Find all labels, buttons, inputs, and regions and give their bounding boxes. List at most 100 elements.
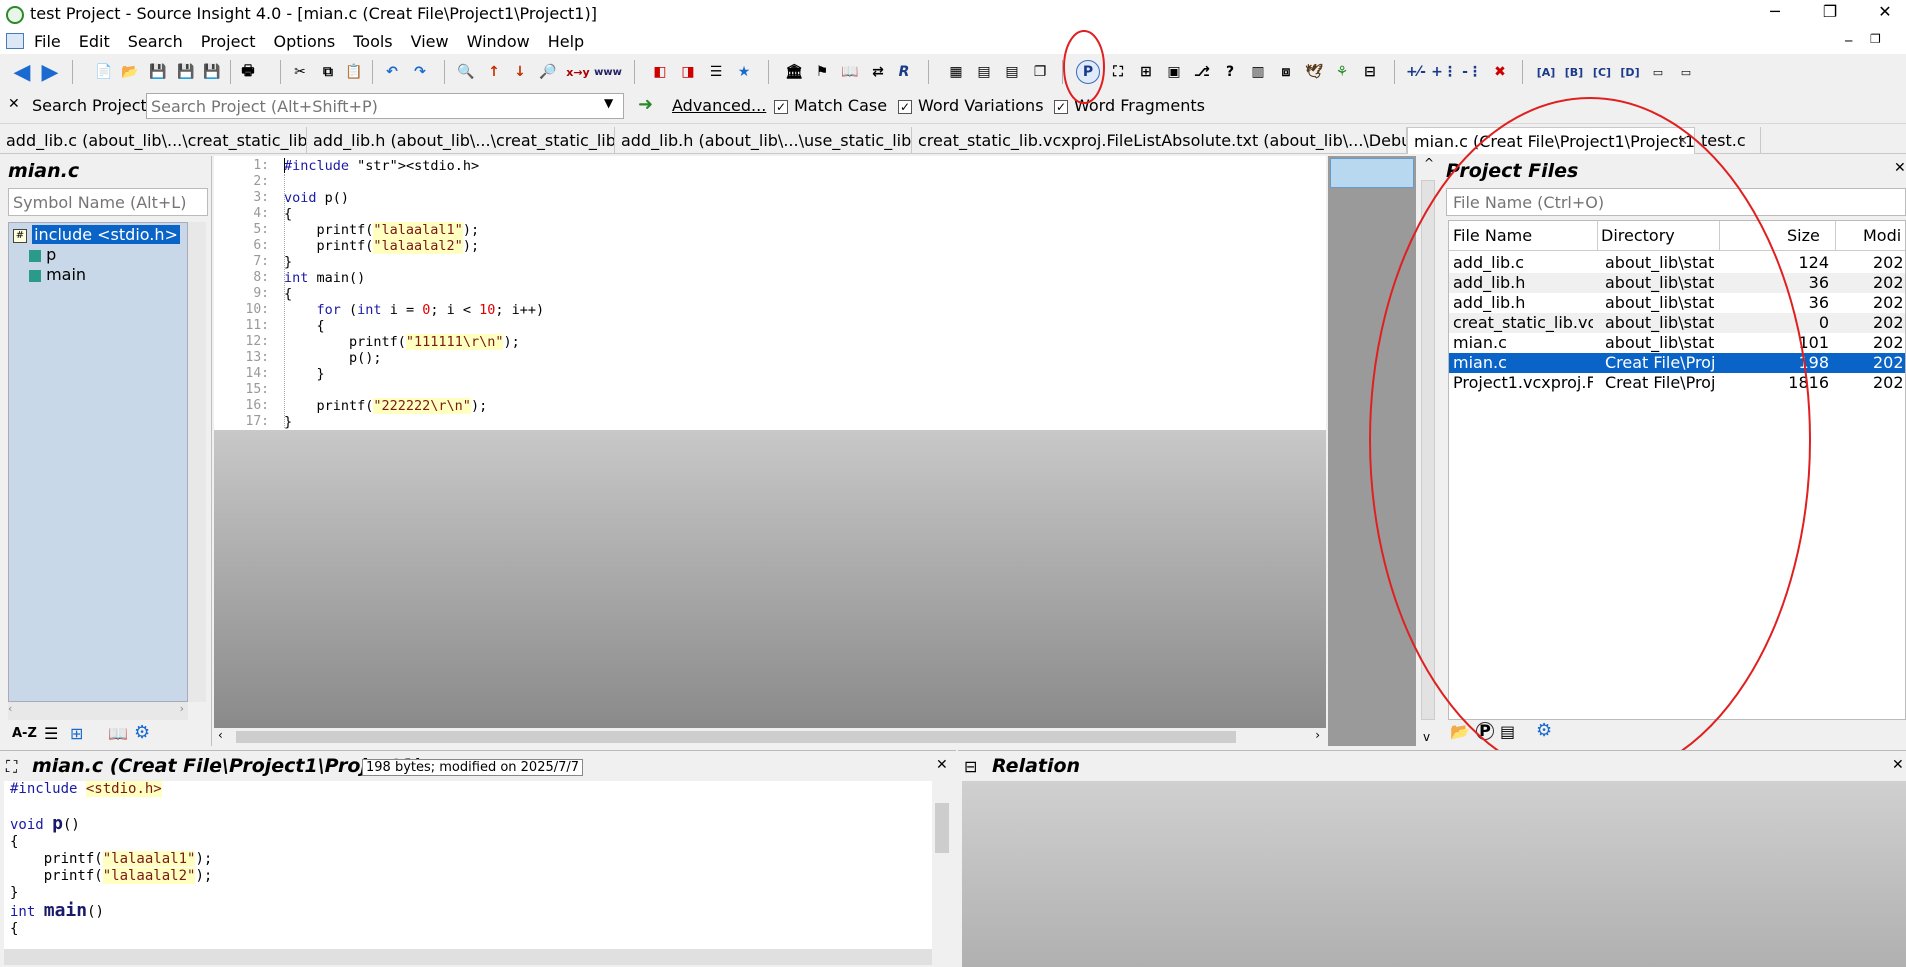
redo-icon[interactable]: ↷ (408, 60, 432, 84)
symbol-r-icon[interactable]: R (892, 60, 916, 84)
symbol-name-input[interactable] (8, 188, 208, 216)
find-prev-icon[interactable]: ↑ (482, 60, 506, 84)
symbol-vscrollbar[interactable] (188, 222, 206, 702)
symbol-item-include[interactable]: # include <stdio.h> (13, 225, 189, 245)
tab-add-lib-h-use[interactable]: add_lib.h (about_lib\...\use_static_lib) (615, 127, 912, 154)
file-row[interactable]: mian.c about_lib\static 101 202 (1449, 333, 1905, 353)
forward-icon[interactable]: ▶ (38, 60, 62, 85)
help-icon[interactable]: ? (1218, 60, 1242, 84)
save-as-icon[interactable]: 💾 (174, 60, 198, 84)
symbol-hscrollbar[interactable]: ‹ › (8, 702, 188, 720)
snippet-icon[interactable]: ⧈ (1274, 60, 1298, 84)
search-dropdown-icon[interactable]: ▼ (604, 96, 613, 110)
col-modified[interactable]: Modi (1863, 221, 1901, 251)
clip-icon[interactable]: ▥ (1246, 60, 1270, 84)
symbol-window-icon[interactable]: ⛶ (1106, 60, 1130, 84)
file-row[interactable]: add_lib.h about_lib\static 36 202 (1449, 293, 1905, 313)
open-file-icon[interactable]: 📂 (118, 60, 142, 84)
bookmark-next-icon[interactable]: ◨ (676, 60, 700, 84)
menu-options[interactable]: Options (273, 32, 335, 51)
toggle-f-icon[interactable]: ▭ (1674, 60, 1698, 84)
bookmark-list-icon[interactable]: ☰ (704, 60, 728, 84)
close-relation-icon[interactable]: ✕ (1892, 757, 1904, 773)
minimize-button[interactable]: ─ (1760, 2, 1790, 26)
menu-edit[interactable]: Edit (79, 32, 110, 51)
close-window-button[interactable]: ✕ (1870, 2, 1900, 26)
file-row[interactable]: mian.c Creat File\Proje 198 202 (1449, 353, 1905, 373)
editor-vscrollbar[interactable]: ^ v (1418, 156, 1438, 746)
save-icon[interactable]: 💾 (146, 60, 170, 84)
remove-lines-icon[interactable]: -⋮ (1460, 60, 1484, 84)
tab-add-lib-h-creat[interactable]: add_lib.h (about_lib\...\creat_static_li… (307, 127, 615, 154)
mdi-minimize-button[interactable]: ─ (1845, 34, 1852, 48)
call-graph-icon[interactable]: ⎇ (1190, 60, 1214, 84)
find-icon[interactable]: 🔍 (454, 60, 478, 84)
tab-filelist-absolute[interactable]: creat_static_lib.vcxproj.FileListAbsolut… (912, 127, 1407, 154)
word-fragments-checkbox[interactable]: ✓ (1054, 99, 1068, 114)
word-fragments-option[interactable]: ✓ Word Fragments (1054, 96, 1205, 115)
project-p-icon[interactable]: P (1476, 722, 1494, 740)
project-window-icon[interactable]: P (1076, 60, 1100, 84)
copy-icon[interactable]: ⧉ (316, 60, 340, 84)
layout-icon-3[interactable]: ▤ (1000, 60, 1024, 84)
toggle-b-icon[interactable]: [B] (1562, 60, 1586, 84)
toggle-a-icon[interactable]: [A] (1534, 60, 1558, 84)
categories-icon[interactable]: ⊞ (70, 724, 83, 743)
sort-az-button[interactable]: A-Z (12, 726, 37, 741)
file-row[interactable]: add_lib.h about_lib\static 36 202 (1449, 273, 1905, 293)
file-name-input[interactable] (1446, 188, 1906, 216)
code-editor[interactable]: 1: #include "str"><stdio.h> 2: 3: void p() 4:… (214, 156, 1326, 430)
tab-mian-c[interactable]: mian.c (Creat File\Project1\Project1) ✕ (1407, 127, 1695, 154)
restore-button[interactable]: ❐ (1815, 2, 1845, 26)
settings-gear-icon[interactable]: ⚙ (134, 722, 150, 743)
file-row[interactable]: Project1.vcxproj.File Creat File\Proje 181… (1449, 373, 1905, 393)
match-case-option[interactable]: ✓ Match Case (774, 96, 887, 115)
context-code[interactable]: #include <stdio.h> void p() { printf("la… (4, 781, 932, 949)
tab-test-c[interactable]: test.c (1695, 127, 1761, 154)
layout-icon-1[interactable]: ▦ (944, 60, 968, 84)
layout-icon-2[interactable]: ▤ (972, 60, 996, 84)
search-project-input[interactable] (146, 93, 624, 119)
lookup-references-icon[interactable]: 📖 (838, 60, 862, 84)
relation-window-icon[interactable]: ⊞ (1134, 60, 1158, 84)
menu-help[interactable]: Help (548, 32, 584, 51)
symbol-item-main[interactable]: main (29, 265, 86, 285)
advanced-button[interactable]: Advanced... (672, 96, 766, 115)
editor-hscrollbar[interactable]: ‹ › (214, 728, 1326, 746)
menu-file[interactable]: File (34, 32, 61, 51)
word-variations-checkbox[interactable]: ✓ (898, 99, 912, 114)
new-file-icon[interactable]: 📄 (92, 60, 116, 84)
menu-search[interactable]: Search (128, 32, 183, 51)
back-icon[interactable]: ◀ (10, 60, 34, 85)
go-arrow-icon[interactable]: ➜ (638, 94, 653, 115)
context-hscrollbar[interactable] (4, 949, 932, 965)
add-lines-icon[interactable]: +⋮ (1431, 60, 1457, 84)
mdi-restore-button[interactable]: ❐ (1870, 32, 1881, 46)
undo-icon[interactable]: ↶ (380, 60, 404, 84)
jump-definition-icon[interactable]: ⚑ (810, 60, 834, 84)
replace-icon[interactable]: x→y (566, 60, 590, 84)
tree-icon[interactable]: ⚘ (1330, 60, 1354, 84)
bird-icon[interactable]: 🕊 (1302, 60, 1326, 84)
search-web-icon[interactable]: www (594, 60, 622, 84)
open-folder-icon[interactable]: 📂 (1450, 722, 1470, 741)
find-next-icon[interactable]: ↓ (508, 60, 532, 84)
file-list-icon[interactable]: ▤ (1500, 722, 1515, 741)
paste-icon[interactable]: 📋 (342, 60, 366, 84)
word-variations-option[interactable]: ✓ Word Variations (898, 96, 1044, 115)
match-case-checkbox[interactable]: ✓ (774, 99, 788, 114)
toggle-d-icon[interactable]: [D] (1618, 60, 1642, 84)
list-view-icon[interactable]: ☰ (44, 724, 58, 743)
tab-add-lib-c[interactable]: add_lib.c (about_lib\...\creat_static_li… (0, 127, 307, 154)
close-project-panel-icon[interactable]: ✕ (1894, 160, 1906, 176)
close-tab-icon[interactable]: ✕ (1677, 128, 1688, 154)
toggle-e-icon[interactable]: ▭ (1646, 60, 1670, 84)
context-window-icon[interactable]: ▣ (1162, 60, 1186, 84)
symbol-item-p[interactable]: p (29, 245, 56, 265)
bookmark-icon[interactable]: ★ (732, 60, 756, 84)
browse-icon[interactable]: ⊟ (1358, 60, 1382, 84)
project-settings-gear-icon[interactable]: ⚙ (1536, 720, 1552, 741)
menu-window[interactable]: Window (467, 32, 530, 51)
menu-tools[interactable]: Tools (353, 32, 392, 51)
layout-icon-4[interactable]: ❐ (1028, 60, 1052, 84)
